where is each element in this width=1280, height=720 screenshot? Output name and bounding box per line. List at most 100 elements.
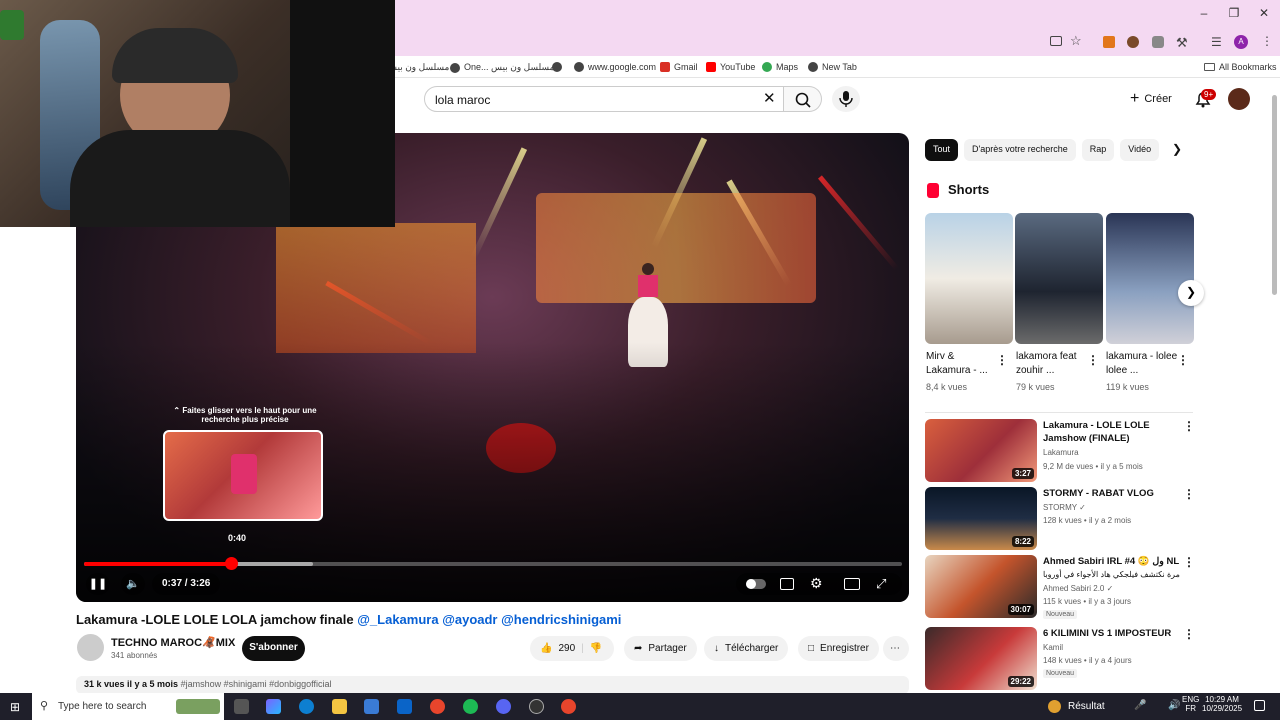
obs-icon[interactable] bbox=[529, 699, 544, 714]
volume-button[interactable]: 🔈 bbox=[121, 573, 145, 595]
windows-start-icon[interactable]: ⊞ bbox=[10, 700, 20, 714]
file-explorer-icon[interactable] bbox=[332, 699, 347, 714]
video-title-mentions[interactable]: @_Lakamura @ayoadr @hendricshinigami bbox=[357, 612, 621, 627]
language-indicator[interactable]: ENG FR bbox=[1182, 695, 1199, 713]
extensions-icon[interactable]: ⚒ bbox=[1176, 35, 1188, 51]
subscribe-button[interactable]: S'abonner bbox=[242, 636, 305, 661]
settings-gear-icon[interactable]: ⚙ bbox=[810, 575, 823, 592]
create-button[interactable]: + Créer bbox=[1122, 86, 1184, 112]
chip-all[interactable]: Tout bbox=[925, 139, 959, 161]
recommended-video[interactable]: 8:22 STORMY - RABAT VLOG STORMY ✓ 128 k … bbox=[925, 487, 1195, 551]
cookie-extension-icon[interactable] bbox=[1127, 36, 1139, 48]
more-vert-icon[interactable]: ⋮ bbox=[1183, 555, 1195, 569]
store-icon[interactable] bbox=[364, 699, 379, 714]
search-button[interactable] bbox=[784, 86, 822, 112]
channel-avatar[interactable] bbox=[77, 634, 104, 661]
chips-next-icon[interactable]: ❯ bbox=[1172, 142, 1182, 156]
subtitles-icon[interactable] bbox=[780, 578, 794, 590]
metamask-extension-icon[interactable] bbox=[1103, 36, 1115, 48]
copilot-icon[interactable] bbox=[266, 699, 281, 714]
save-button[interactable]: □ Enregistrer bbox=[798, 636, 879, 661]
video-channel[interactable]: STORMY ✓ bbox=[1043, 503, 1086, 512]
theater-mode-icon[interactable] bbox=[844, 578, 860, 590]
video-thumbnail[interactable]: 29:22 bbox=[925, 627, 1037, 690]
video-channel[interactable]: Kamil bbox=[1043, 643, 1063, 652]
chip-videos[interactable]: Vidéo bbox=[1120, 139, 1160, 161]
spotify-icon[interactable] bbox=[463, 699, 478, 714]
thumbs-up-icon[interactable]: 👍 bbox=[540, 643, 552, 654]
description-box[interactable]: 31 k vues il y a 5 mois #jamshow #shinig… bbox=[76, 676, 909, 694]
close-window-icon[interactable]: ✕ bbox=[1254, 6, 1274, 20]
browser-menu-icon[interactable]: ⋮ bbox=[1261, 34, 1273, 48]
download-button[interactable]: ↓ Télécharger bbox=[704, 636, 789, 661]
bookmark-item[interactable]: Maps bbox=[762, 62, 798, 72]
short-title[interactable]: lakamora feat zouhir ... bbox=[1016, 350, 1091, 378]
video-title[interactable]: Ahmed Sabiri IRL #4 😳 ول NL مرة نكتشف فيل… bbox=[1043, 555, 1181, 581]
clear-search-icon[interactable]: ✕ bbox=[763, 89, 776, 107]
video-title[interactable]: Lakamura - LOLE LOLE Jamshow (FINALE) bbox=[1043, 419, 1181, 445]
shield-extension-icon[interactable] bbox=[1152, 36, 1164, 48]
chrome-icon[interactable] bbox=[430, 699, 445, 714]
task-view-icon[interactable] bbox=[234, 699, 249, 714]
bookmark-item[interactable]: YouTube bbox=[706, 62, 755, 72]
share-button[interactable]: ➦ Partager bbox=[624, 636, 697, 661]
more-vert-icon[interactable]: ⋮ bbox=[1183, 419, 1195, 433]
video-title[interactable]: 6 KILIMINI VS 1 IMPOSTEUR bbox=[1043, 627, 1181, 640]
bookmark-star-icon[interactable]: ☆ bbox=[1070, 33, 1082, 49]
fullscreen-icon[interactable]: ⤢ bbox=[876, 576, 886, 592]
short-thumbnail[interactable] bbox=[1106, 213, 1194, 344]
chip-related[interactable]: D'après votre recherche bbox=[964, 139, 1076, 161]
weather-label[interactable]: Résultat bbox=[1068, 701, 1105, 712]
video-thumbnail[interactable]: 30:07 bbox=[925, 555, 1037, 618]
more-vert-icon[interactable]: ⋮ bbox=[1177, 353, 1189, 367]
short-thumbnail[interactable] bbox=[925, 213, 1013, 344]
chrome-profile-icon[interactable] bbox=[561, 699, 576, 714]
bookmark-item[interactable]: New Tab bbox=[808, 62, 857, 72]
bookmark-item[interactable]: One... مسلسل ون بيس bbox=[450, 62, 554, 73]
like-count[interactable]: 290 bbox=[558, 643, 575, 654]
bookmark-item[interactable] bbox=[552, 62, 562, 72]
restore-icon[interactable]: ❐ bbox=[1224, 6, 1244, 20]
recommended-video[interactable]: 30:07 Ahmed Sabiri IRL #4 😳 ول NL مرة نكت… bbox=[925, 555, 1195, 619]
mic-tray-icon[interactable]: 🎤 bbox=[1134, 700, 1146, 711]
thumbs-down-icon[interactable]: 👎 bbox=[590, 643, 602, 654]
short-thumbnail[interactable] bbox=[1015, 213, 1103, 344]
autoplay-toggle[interactable] bbox=[746, 579, 766, 589]
weather-icon[interactable] bbox=[1048, 700, 1061, 713]
volume-tray-icon[interactable]: 🔊 bbox=[1168, 700, 1180, 711]
video-title[interactable]: STORMY - RABAT VLOG bbox=[1043, 487, 1181, 500]
pause-button[interactable]: ❚❚ bbox=[86, 573, 110, 595]
page-scrollbar[interactable] bbox=[1272, 95, 1277, 295]
voice-search-button[interactable] bbox=[832, 86, 860, 112]
account-avatar[interactable] bbox=[1228, 88, 1250, 110]
bookmark-item[interactable]: Gmail bbox=[660, 62, 698, 72]
recommended-video[interactable]: 29:22 6 KILIMINI VS 1 IMPOSTEUR Kamil 14… bbox=[925, 627, 1195, 691]
outlook-icon[interactable] bbox=[397, 699, 412, 714]
discord-icon[interactable] bbox=[496, 699, 511, 714]
bookmark-item[interactable]: مسلسل ون بيس bbox=[386, 62, 449, 73]
video-channel[interactable]: Lakamura bbox=[1043, 448, 1079, 457]
more-vert-icon[interactable]: ⋮ bbox=[1087, 353, 1099, 367]
more-vert-icon[interactable]: ⋮ bbox=[1183, 627, 1195, 641]
video-thumbnail[interactable]: 3:27 bbox=[925, 419, 1037, 482]
all-bookmarks[interactable]: All Bookmarks bbox=[1204, 62, 1277, 72]
video-thumbnail[interactable]: 8:22 bbox=[925, 487, 1037, 550]
short-title[interactable]: Mirv & Lakamura - ... bbox=[926, 350, 1001, 378]
more-actions-button[interactable]: ⋯ bbox=[883, 636, 909, 661]
description-tags[interactable]: #jamshow #shinigami #donbiggofficial bbox=[181, 679, 332, 689]
edge-icon[interactable] bbox=[299, 699, 314, 714]
clock[interactable]: 10:29 AM 10/29/2025 bbox=[1202, 695, 1242, 713]
bookmark-item[interactable]: www.google.com bbox=[574, 62, 656, 72]
media-control-icon[interactable]: ☰ bbox=[1211, 35, 1222, 49]
chip-rap[interactable]: Rap bbox=[1081, 139, 1115, 161]
channel-name[interactable]: TECHNO MAROC🦧MIX bbox=[111, 636, 235, 649]
recommended-video[interactable]: 3:27 Lakamura - LOLE LOLE Jamshow (FINALE… bbox=[925, 419, 1195, 483]
minimize-icon[interactable]: – bbox=[1194, 6, 1214, 20]
video-channel[interactable]: Ahmed Sabiri 2.0 ✓ bbox=[1043, 584, 1113, 593]
more-vert-icon[interactable]: ⋮ bbox=[996, 353, 1008, 367]
short-title[interactable]: lakamura - lolee lolee ... bbox=[1106, 350, 1181, 378]
shorts-next-button[interactable]: ❯ bbox=[1178, 280, 1204, 306]
more-vert-icon[interactable]: ⋮ bbox=[1183, 487, 1195, 501]
search-input[interactable]: lola maroc bbox=[424, 86, 784, 112]
install-icon[interactable] bbox=[1050, 36, 1062, 46]
